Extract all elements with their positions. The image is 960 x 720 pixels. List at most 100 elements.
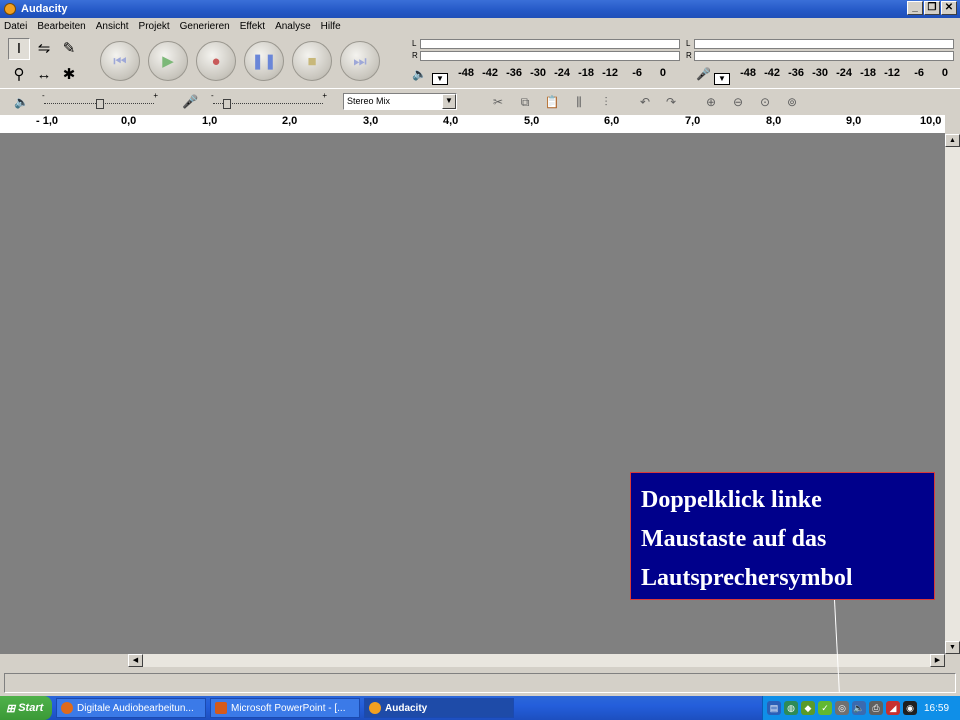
security-icon[interactable]: ◆ — [801, 701, 815, 715]
input-source-value: Stereo Mix — [347, 96, 391, 106]
zoom-in-icon[interactable]: ⊕ — [700, 92, 722, 112]
output-volume-icon: 🔈 — [14, 95, 29, 109]
vertical-scrollbar[interactable]: ▲ ▼ — [945, 134, 960, 654]
output-scale-tick: -6 — [632, 67, 642, 79]
chevron-down-icon[interactable]: ▼ — [442, 94, 456, 109]
multi-tool-icon[interactable]: ✱ — [58, 64, 80, 86]
antivirus-icon[interactable]: ◢ — [886, 701, 900, 715]
input-volume-slider[interactable]: - + — [211, 91, 327, 109]
task-label: Microsoft PowerPoint - [... — [231, 702, 346, 714]
scroll-down-icon[interactable]: ▼ — [945, 641, 960, 654]
taskbar-item-audacity[interactable]: Audacity — [364, 698, 514, 718]
update-icon[interactable]: ◎ — [835, 701, 849, 715]
paste-icon[interactable]: 📋 — [541, 92, 563, 112]
start-button[interactable]: ⊞ Start — [0, 696, 52, 720]
cut-icon[interactable]: ✂ — [487, 92, 509, 112]
toolbar-area: I ⇋ ✎ ⚲ ↔ ✱ ⏮ ▶ ● ❚❚ ■ ⏭ L R 🔈 ▼ -48 -42… — [0, 35, 960, 115]
ruler-tick: 0,0 — [121, 115, 137, 127]
meter-right-label: R — [686, 51, 692, 60]
menu-projekt[interactable]: Projekt — [139, 21, 170, 32]
silence-icon[interactable]: ⫶ — [595, 92, 617, 112]
ruler-tick: 9,0 — [846, 115, 862, 127]
output-volume-slider[interactable]: - + — [42, 91, 158, 109]
stop-icon: ■ — [307, 52, 317, 70]
globe-icon[interactable]: ◍ — [784, 701, 798, 715]
output-meter-dropdown[interactable]: ▼ — [432, 73, 448, 85]
skip-to-end-button[interactable]: ⏭ — [340, 41, 380, 81]
zoom-tool-icon[interactable]: ⚲ — [8, 64, 30, 86]
play-button[interactable]: ▶ — [148, 41, 188, 81]
play-icon: ▶ — [162, 53, 174, 70]
menu-effekt[interactable]: Effekt — [240, 21, 265, 32]
slider-thumb[interactable] — [96, 99, 104, 109]
task-label: Audacity — [385, 702, 428, 714]
timeshift-tool-icon[interactable]: ↔ — [33, 64, 55, 86]
menu-generieren[interactable]: Generieren — [180, 21, 230, 32]
fit-selection-icon[interactable]: ⊙ — [754, 92, 776, 112]
horizontal-scrollbar[interactable]: ◀ ▶ — [128, 654, 945, 667]
ruler-tick: 7,0 — [685, 115, 701, 127]
output-scale-tick: -48 — [458, 67, 474, 79]
stop-button[interactable]: ■ — [292, 41, 332, 81]
menu-analyse[interactable]: Analyse — [275, 21, 311, 32]
ruler-tick: 4,0 — [443, 115, 459, 127]
scroll-right-icon[interactable]: ▶ — [930, 654, 945, 667]
slider-minus-label: - — [211, 91, 214, 100]
ruler-tick: 10,0 — [920, 115, 942, 127]
media-icon[interactable]: ◉ — [903, 701, 917, 715]
audacity-icon — [369, 702, 381, 714]
messenger-icon[interactable]: ✓ — [818, 701, 832, 715]
output-scale-tick: -12 — [602, 67, 618, 79]
input-meter-dropdown[interactable]: ▼ — [714, 73, 730, 85]
pause-button[interactable]: ❚❚ — [244, 41, 284, 81]
windows-logo-icon: ⊞ — [6, 702, 16, 715]
timeline-ruler[interactable]: - 1,0 0,0 1,0 2,0 3,0 4,0 5,0 6,0 7,0 8,… — [0, 115, 945, 134]
network-icon[interactable]: ▤ — [767, 701, 781, 715]
input-scale-tick: -48 — [740, 67, 756, 79]
input-scale-tick: -18 — [860, 67, 876, 79]
taskbar-item-powerpoint[interactable]: Microsoft PowerPoint - [... — [210, 698, 360, 718]
selection-tool-icon[interactable]: I — [8, 38, 30, 60]
taskbar-item-firefox[interactable]: Digitale Audiobearbeitun... — [56, 698, 206, 718]
restore-icon[interactable]: ❐ — [924, 1, 940, 15]
output-scale-tick: -42 — [482, 67, 498, 79]
undo-icon[interactable]: ↶ — [634, 92, 656, 112]
skip-end-icon: ⏭ — [353, 52, 367, 70]
taskbar: ⊞ Start Digitale Audiobearbeitun... Micr… — [0, 696, 960, 720]
input-scale-tick: -12 — [884, 67, 900, 79]
input-scale-tick: -36 — [788, 67, 804, 79]
redo-icon[interactable]: ↷ — [660, 92, 682, 112]
scroll-left-icon[interactable]: ◀ — [128, 654, 143, 667]
menu-bar: Datei Bearbeiten Ansicht Projekt Generie… — [0, 18, 960, 35]
callout-line: Lautsprechersymbol — [641, 565, 853, 591]
volume-tray-icon[interactable]: 🔈 — [852, 701, 866, 715]
slider-minus-label: - — [42, 91, 45, 100]
slider-thumb[interactable] — [223, 99, 231, 109]
powerpoint-icon — [215, 702, 227, 714]
record-button[interactable]: ● — [196, 41, 236, 81]
input-source-select[interactable]: Stereo Mix ▼ — [343, 93, 457, 110]
output-scale-tick: -36 — [506, 67, 522, 79]
input-scale-tick: -42 — [764, 67, 780, 79]
start-label: Start — [18, 702, 44, 714]
envelope-tool-icon[interactable]: ⇋ — [33, 38, 55, 60]
scroll-up-icon[interactable]: ▲ — [945, 134, 960, 147]
copy-icon[interactable]: ⧉ — [514, 92, 536, 112]
input-volume-icon: 🎤 — [182, 94, 199, 109]
menu-datei[interactable]: Datei — [4, 21, 27, 32]
output-scale-tick: -24 — [554, 67, 570, 79]
input-scale-tick: -24 — [836, 67, 852, 79]
zoom-out-icon[interactable]: ⊖ — [727, 92, 749, 112]
fit-project-icon[interactable]: ⊚ — [781, 92, 803, 112]
skip-to-start-button[interactable]: ⏮ — [100, 41, 140, 81]
menu-bearbeiten[interactable]: Bearbeiten — [37, 21, 85, 32]
printer-icon[interactable]: ⎙ — [869, 701, 883, 715]
trim-icon[interactable]: ⫼ — [568, 92, 590, 112]
close-icon[interactable]: ✕ — [941, 1, 957, 15]
minimize-icon[interactable]: _ — [907, 1, 923, 15]
system-tray: ▤ ◍ ◆ ✓ ◎ 🔈 ⎙ ◢ ◉ 16:59 — [762, 696, 960, 720]
menu-ansicht[interactable]: Ansicht — [96, 21, 129, 32]
menu-hilfe[interactable]: Hilfe — [321, 21, 341, 32]
draw-tool-icon[interactable]: ✎ — [58, 38, 80, 60]
output-scale-tick: -30 — [530, 67, 546, 79]
